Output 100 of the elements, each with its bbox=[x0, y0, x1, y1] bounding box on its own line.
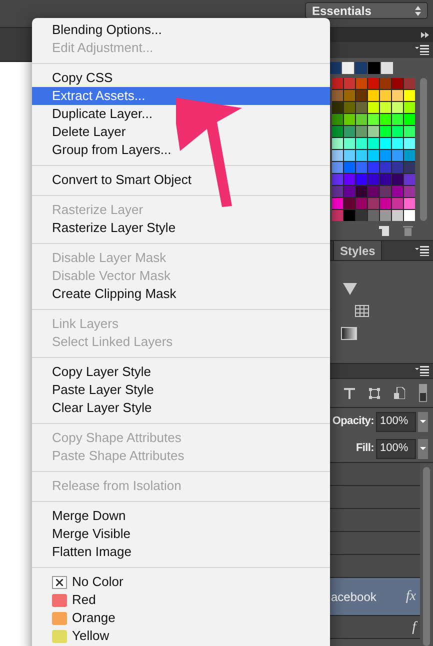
swatch[interactable] bbox=[332, 90, 343, 101]
dropdown-button[interactable] bbox=[418, 412, 428, 432]
swatch[interactable] bbox=[368, 150, 379, 161]
menu-item[interactable]: Extract Assets... bbox=[32, 87, 330, 105]
swatch[interactable] bbox=[356, 150, 367, 161]
scrollbar[interactable] bbox=[423, 467, 430, 646]
swatch[interactable] bbox=[356, 114, 367, 125]
type-filter-icon[interactable] bbox=[344, 388, 355, 398]
swatch[interactable] bbox=[356, 174, 367, 185]
styles-tab[interactable]: Styles bbox=[333, 241, 382, 260]
menu-item[interactable]: Convert to Smart Object bbox=[32, 171, 330, 189]
menu-item[interactable]: Orange bbox=[32, 609, 330, 627]
swatch[interactable] bbox=[392, 126, 403, 137]
swatch[interactable] bbox=[356, 78, 367, 89]
swatch[interactable] bbox=[344, 126, 355, 137]
swatch[interactable] bbox=[344, 174, 355, 185]
swatch[interactable] bbox=[356, 198, 367, 209]
swatch[interactable] bbox=[380, 90, 391, 101]
swatch[interactable] bbox=[380, 210, 391, 221]
swatch[interactable] bbox=[380, 114, 391, 125]
swatch[interactable] bbox=[332, 126, 343, 137]
menu-item[interactable]: Yellow bbox=[32, 627, 330, 645]
filter-toggle-icon[interactable] bbox=[419, 384, 427, 402]
swatch[interactable] bbox=[380, 138, 391, 149]
swatch[interactable] bbox=[342, 62, 354, 74]
swatch[interactable] bbox=[404, 174, 415, 185]
swatch[interactable] bbox=[368, 78, 379, 89]
swatch[interactable] bbox=[392, 138, 403, 149]
swatch[interactable] bbox=[344, 102, 355, 113]
swatch[interactable] bbox=[332, 186, 343, 197]
menu-item[interactable]: Red bbox=[32, 591, 330, 609]
swatch[interactable] bbox=[368, 90, 379, 101]
swatch[interactable] bbox=[355, 62, 367, 74]
swatch[interactable] bbox=[368, 210, 379, 221]
swatch[interactable] bbox=[332, 114, 343, 125]
swatch[interactable] bbox=[404, 114, 415, 125]
menu-item[interactable]: Merge Visible bbox=[32, 525, 330, 543]
menu-item[interactable]: Rasterize Layer Style bbox=[32, 219, 330, 237]
grid-icon[interactable] bbox=[355, 305, 369, 317]
panel-menu-icon[interactable] bbox=[415, 366, 429, 376]
swatch[interactable] bbox=[404, 186, 415, 197]
menu-item[interactable]: Copy Layer Style bbox=[32, 363, 330, 381]
workspace-dropdown[interactable]: Essentials bbox=[305, 2, 428, 19]
swatch[interactable] bbox=[392, 210, 403, 221]
swatch[interactable] bbox=[380, 198, 391, 209]
swatch[interactable] bbox=[332, 78, 343, 89]
swatch[interactable] bbox=[356, 162, 367, 173]
dropdown-button[interactable] bbox=[418, 438, 428, 458]
swatch[interactable] bbox=[404, 126, 415, 137]
gradient-icon[interactable] bbox=[341, 327, 357, 340]
collapse-icon[interactable] bbox=[421, 32, 429, 38]
swatch[interactable] bbox=[344, 162, 355, 173]
swatch[interactable] bbox=[380, 126, 391, 137]
swatch[interactable] bbox=[392, 174, 403, 185]
swatch[interactable] bbox=[356, 186, 367, 197]
swatch[interactable] bbox=[392, 186, 403, 197]
menu-item[interactable]: Copy CSS bbox=[32, 69, 330, 87]
panel-menu-icon[interactable] bbox=[415, 45, 429, 55]
swatch[interactable] bbox=[332, 198, 343, 209]
menu-item[interactable]: Blending Options... bbox=[32, 21, 330, 39]
swatch[interactable] bbox=[344, 186, 355, 197]
swatch[interactable] bbox=[344, 90, 355, 101]
scrollbar[interactable] bbox=[420, 78, 427, 221]
swatch[interactable] bbox=[392, 102, 403, 113]
menu-item[interactable]: Paste Layer Style bbox=[32, 381, 330, 399]
swatch[interactable] bbox=[332, 102, 343, 113]
swatch[interactable] bbox=[332, 138, 343, 149]
swatch[interactable] bbox=[404, 138, 415, 149]
swatch[interactable] bbox=[344, 150, 355, 161]
swatch[interactable] bbox=[380, 102, 391, 113]
swatch[interactable] bbox=[380, 174, 391, 185]
swatch[interactable] bbox=[368, 198, 379, 209]
swatch[interactable] bbox=[344, 78, 355, 89]
swatch[interactable] bbox=[329, 62, 341, 74]
swatch[interactable] bbox=[404, 150, 415, 161]
swatch[interactable] bbox=[392, 114, 403, 125]
swatch[interactable] bbox=[332, 150, 343, 161]
opacity-field[interactable]: 100% bbox=[376, 412, 416, 432]
menu-item[interactable]: Create Clipping Mask bbox=[32, 285, 330, 303]
swatch[interactable] bbox=[404, 198, 415, 209]
swatch[interactable] bbox=[368, 162, 379, 173]
menu-item[interactable]: Merge Down bbox=[32, 507, 330, 525]
swatch[interactable] bbox=[392, 198, 403, 209]
new-swatch-icon[interactable] bbox=[379, 226, 389, 236]
swatch[interactable] bbox=[344, 114, 355, 125]
swatch[interactable] bbox=[368, 114, 379, 125]
swatch[interactable] bbox=[356, 102, 367, 113]
swatch[interactable] bbox=[404, 102, 415, 113]
swatch[interactable] bbox=[380, 78, 391, 89]
swatch[interactable] bbox=[380, 162, 391, 173]
trash-icon[interactable] bbox=[403, 225, 413, 236]
swatch[interactable] bbox=[404, 162, 415, 173]
swatch[interactable] bbox=[381, 62, 393, 74]
swatch[interactable] bbox=[344, 210, 355, 221]
swatch[interactable] bbox=[344, 198, 355, 209]
swatch[interactable] bbox=[380, 150, 391, 161]
swatch[interactable] bbox=[368, 138, 379, 149]
swatch[interactable] bbox=[332, 174, 343, 185]
swatch[interactable] bbox=[356, 210, 367, 221]
swatch[interactable] bbox=[332, 162, 343, 173]
